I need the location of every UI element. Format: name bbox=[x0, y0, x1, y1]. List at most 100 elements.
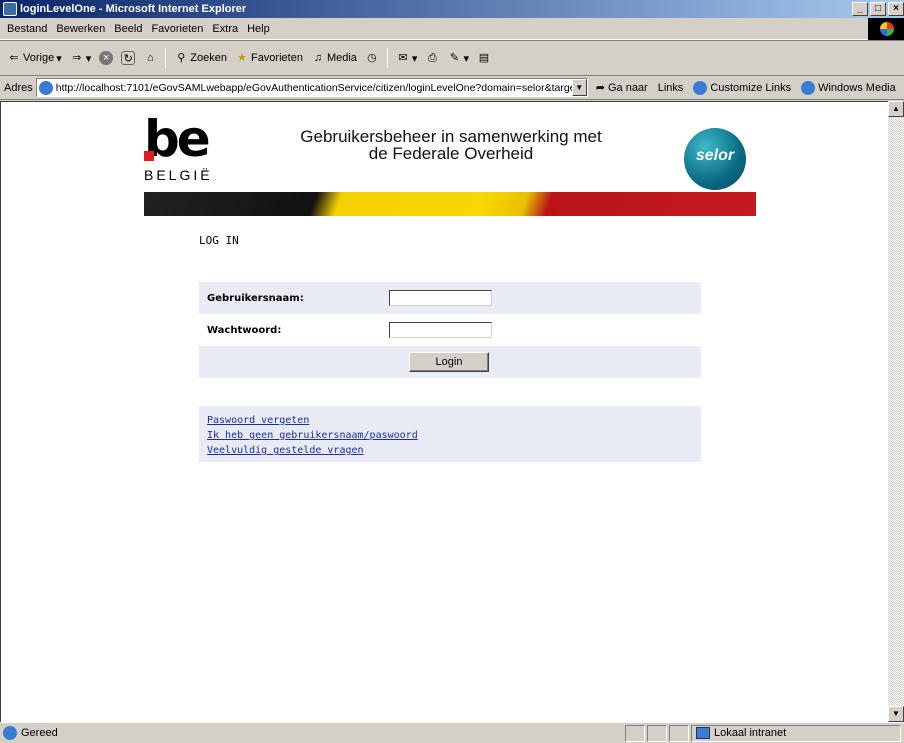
go-button[interactable]: ➦ Ga naar bbox=[595, 81, 648, 95]
username-label: Gebruikersnaam: bbox=[207, 292, 304, 304]
discuss-icon: ▤ bbox=[478, 52, 490, 64]
login-title: LOG IN bbox=[199, 234, 239, 247]
history-icon: ◷ bbox=[367, 52, 377, 64]
favorites-button[interactable]: ★ Favorieten bbox=[232, 49, 306, 67]
home-button[interactable]: ⌂ bbox=[140, 49, 160, 67]
standard-toolbar: ⇐ Vorige ▾ ⇒ ▾ × ↻ ⌂ ⚲ Zoeken ★ Favoriet… bbox=[0, 40, 904, 76]
login-form: Gebruikersnaam: Wachtwoord: Login bbox=[199, 282, 701, 378]
password-input[interactable] bbox=[389, 322, 492, 338]
mail-icon: ✉ bbox=[398, 52, 408, 64]
print-icon: ⎙ bbox=[428, 52, 437, 64]
address-label: Adres bbox=[4, 81, 33, 94]
ie-app-icon[interactable] bbox=[3, 2, 17, 16]
help-links: Paswoord vergeten Ik heb geen gebruikers… bbox=[199, 406, 701, 462]
page-viewport: be BELGIË Gebruikersbeheer in samenwerki… bbox=[0, 101, 888, 722]
username-input[interactable] bbox=[389, 290, 492, 306]
flag-banner bbox=[144, 192, 756, 216]
selor-logo: selor bbox=[684, 128, 746, 190]
address-dropdown-icon[interactable]: ▼ bbox=[571, 79, 587, 96]
password-row: Wachtwoord: bbox=[199, 314, 701, 346]
login-button[interactable]: Login bbox=[409, 352, 489, 372]
ie-page-icon bbox=[801, 80, 816, 95]
belgium-logo: be BELGIË bbox=[144, 107, 224, 185]
go-arrow-icon: ➦ bbox=[595, 82, 605, 94]
back-arrow-icon: ⇐ bbox=[9, 52, 19, 64]
faq-link[interactable]: Veelvuldig gestelde vragen bbox=[207, 443, 701, 458]
favorites-label: Favorieten bbox=[250, 52, 303, 64]
window-controls: _ □ × bbox=[850, 2, 904, 16]
forgot-password-link[interactable]: Paswoord vergeten bbox=[207, 413, 701, 428]
status-left: Gereed bbox=[0, 726, 625, 740]
ie-page-icon bbox=[3, 726, 17, 740]
forward-arrow-icon: ⇒ bbox=[72, 52, 82, 64]
zone-label: Lokaal intranet bbox=[714, 727, 787, 739]
link-label: Windows Media bbox=[818, 81, 896, 94]
back-dropdown-icon[interactable]: ▾ bbox=[56, 52, 62, 65]
print-button[interactable]: ⎙ bbox=[422, 49, 442, 67]
menu-help[interactable]: Help bbox=[244, 23, 276, 35]
menu-bar: Bestand Bewerken Beeld Favorieten Extra … bbox=[0, 18, 904, 40]
menu-beeld[interactable]: Beeld bbox=[111, 23, 148, 35]
search-button[interactable]: ⚲ Zoeken bbox=[171, 49, 230, 67]
intranet-icon bbox=[696, 727, 710, 739]
minimize-button[interactable]: _ bbox=[852, 2, 868, 16]
maximize-button[interactable]: □ bbox=[870, 2, 886, 16]
scroll-down-icon[interactable]: ▼ bbox=[888, 706, 904, 722]
username-row: Gebruikersnaam: bbox=[199, 282, 701, 314]
ie-page-icon bbox=[693, 80, 708, 95]
no-account-link[interactable]: Ik heb geen gebruikersnaam/paswoord bbox=[207, 428, 701, 443]
mail-button[interactable]: ✉ ▾ bbox=[393, 49, 421, 67]
media-label: Media bbox=[326, 52, 357, 64]
menu-bewerken[interactable]: Bewerken bbox=[53, 23, 111, 35]
logo-red-dot bbox=[144, 151, 154, 161]
password-label: Wachtwoord: bbox=[207, 324, 282, 336]
logo-country-text: BELGIË bbox=[144, 167, 213, 183]
address-url[interactable]: http://localhost:7101/eGovSAMLwebapp/eGo… bbox=[56, 82, 572, 94]
menu-bestand[interactable]: Bestand bbox=[4, 23, 53, 35]
close-button[interactable]: × bbox=[888, 2, 904, 16]
address-input[interactable]: http://localhost:7101/eGovSAMLwebapp/eGo… bbox=[35, 78, 588, 97]
refresh-icon: ↻ bbox=[121, 51, 136, 65]
menu-extra[interactable]: Extra bbox=[209, 23, 244, 35]
refresh-button[interactable]: ↻ bbox=[118, 49, 138, 67]
stop-icon: × bbox=[99, 51, 114, 65]
security-zone: Lokaal intranet bbox=[691, 724, 901, 742]
submit-row: Login bbox=[199, 346, 701, 378]
link-windows-media[interactable]: Windows Media bbox=[801, 80, 896, 95]
edit-icon: ✎ bbox=[449, 52, 460, 64]
toolbar-separator bbox=[165, 48, 167, 68]
page-header: Gebruikersbeheer in samenwerking met de … bbox=[271, 128, 631, 162]
status-bar: Gereed Lokaal intranet bbox=[0, 722, 904, 743]
status-text: Gereed bbox=[21, 727, 58, 739]
edit-button[interactable]: ✎ ▾ bbox=[444, 49, 472, 67]
status-cell bbox=[669, 724, 689, 742]
toolbar-separator bbox=[386, 48, 388, 68]
mail-dropdown-icon[interactable]: ▾ bbox=[412, 52, 418, 65]
windows-logo-icon bbox=[868, 18, 904, 40]
search-label: Zoeken bbox=[190, 52, 227, 64]
link-label: Customize Links bbox=[710, 81, 792, 94]
media-button[interactable]: ♫ Media bbox=[308, 49, 360, 67]
back-button[interactable]: ⇐ Vorige ▾ bbox=[4, 49, 65, 67]
links-label: Links bbox=[657, 81, 684, 94]
stop-button[interactable]: × bbox=[96, 49, 116, 67]
header-line-2: de Federale Overheid bbox=[368, 144, 534, 163]
edit-dropdown-icon[interactable]: ▾ bbox=[463, 52, 469, 65]
discuss-button[interactable]: ▤ bbox=[474, 49, 494, 67]
page-icon bbox=[38, 80, 53, 95]
forward-button[interactable]: ⇒ ▾ bbox=[67, 49, 95, 67]
window-title: loginLevelOne - Microsoft Internet Explo… bbox=[20, 3, 247, 15]
header-line-1: Gebruikersbeheer in samenwerking met bbox=[300, 127, 602, 146]
links-bar: Links Customize Links Windows Media bbox=[657, 80, 896, 95]
vertical-scrollbar[interactable]: ▲ ▼ bbox=[888, 101, 904, 722]
menu-favorieten[interactable]: Favorieten bbox=[148, 23, 209, 35]
forward-dropdown-icon[interactable]: ▾ bbox=[86, 52, 92, 65]
media-icon: ♫ bbox=[313, 52, 323, 64]
link-customize-links[interactable]: Customize Links bbox=[693, 80, 792, 95]
back-label: Vorige bbox=[23, 52, 55, 64]
address-bar: Adres http://localhost:7101/eGovSAMLweba… bbox=[0, 76, 904, 100]
scroll-up-icon[interactable]: ▲ bbox=[888, 101, 904, 117]
home-icon: ⌂ bbox=[146, 52, 154, 64]
history-button[interactable]: ◷ bbox=[362, 49, 382, 67]
selor-logo-text: selor bbox=[695, 147, 735, 164]
